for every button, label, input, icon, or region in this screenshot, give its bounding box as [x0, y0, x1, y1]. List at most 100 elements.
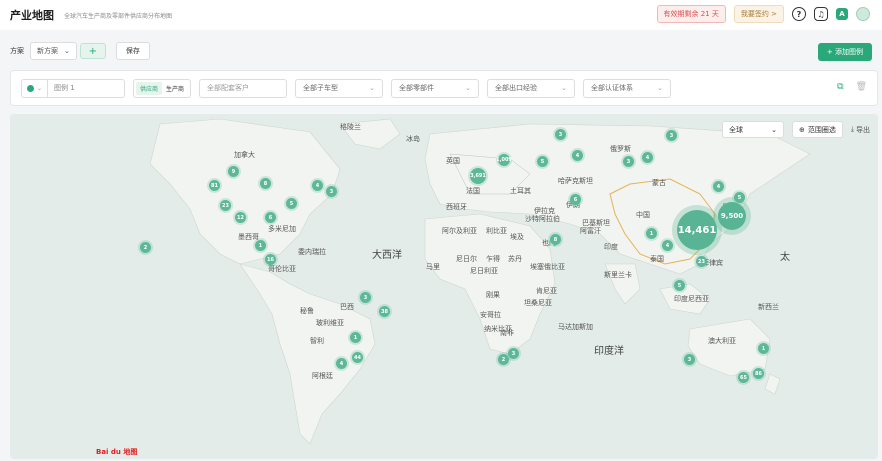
validity-badge: 有效期剩余 21 天: [656, 5, 726, 23]
cluster-marker[interactable]: 86: [753, 368, 764, 379]
cluster-marker[interactable]: 5: [286, 198, 297, 209]
save-button[interactable]: 保存: [115, 42, 150, 60]
trash-icon[interactable]: 🗑: [856, 82, 867, 92]
cluster-marker[interactable]: 4: [312, 180, 323, 191]
cluster-marker[interactable]: 16: [265, 254, 276, 265]
export-experience-value: 全部出口经验: [495, 84, 538, 92]
chevron-down-icon: ⌄: [657, 84, 664, 92]
place-label: 伊拉克: [534, 207, 555, 215]
export-experience-select[interactable]: 全部出口经验 ⌄: [487, 78, 576, 98]
cluster-marker[interactable]: 3: [623, 156, 634, 167]
place-label: 阿尔及利亚: [442, 227, 477, 235]
scheme-select[interactable]: 新方案 ⌄: [30, 42, 77, 60]
cluster-marker[interactable]: 3: [684, 354, 695, 365]
place-label: 苏丹: [508, 255, 522, 263]
legend-name: 图例 1: [54, 84, 75, 92]
cluster-marker[interactable]: 1: [255, 240, 266, 251]
language-icon[interactable]: A: [836, 8, 848, 20]
cluster-marker[interactable]: 1: [758, 343, 769, 354]
cluster-marker[interactable]: 4: [713, 181, 724, 192]
place-label: 安哥拉: [480, 311, 501, 319]
avatar[interactable]: [856, 7, 870, 21]
range-select-label: 范围圈选: [807, 125, 836, 134]
place-label: 纳米比亚: [484, 325, 512, 333]
cluster-marker[interactable]: 23: [696, 256, 707, 267]
cluster-marker[interactable]: 2: [140, 242, 151, 253]
place-label: 委内瑞拉: [298, 248, 326, 256]
cluster-marker[interactable]: 1,009: [496, 154, 512, 166]
vehicle-type-select[interactable]: 全部子车型 ⌄: [295, 78, 384, 98]
cluster-marker[interactable]: 3,691: [470, 168, 486, 184]
cluster-marker[interactable]: 65: [738, 372, 749, 383]
cluster-marker[interactable]: 1: [646, 228, 657, 239]
chevron-down-icon: ⌄: [465, 84, 472, 92]
cluster-marker[interactable]: 4: [662, 240, 673, 251]
app-header: 产业地图 全球汽车生产商及零部件供应商分布地图 有效期剩余 21 天 我要签约 …: [0, 0, 882, 30]
cluster-marker[interactable]: 8: [550, 234, 561, 245]
cluster-marker[interactable]: 9,500: [718, 202, 746, 230]
cluster-marker[interactable]: 14,461: [677, 210, 717, 250]
place-label: 尼日尔: [456, 255, 477, 263]
place-label: 阿富汗: [580, 227, 601, 235]
cluster-marker[interactable]: 5: [734, 192, 745, 203]
place-label: 坦桑尼亚: [524, 299, 552, 307]
cluster-marker[interactable]: 12: [235, 212, 246, 223]
chevron-down-icon: ⌄: [771, 125, 778, 134]
cluster-marker[interactable]: 44: [352, 352, 363, 363]
cluster-marker[interactable]: 81: [209, 180, 220, 191]
place-label: 利比亚: [486, 227, 507, 235]
place-label: 印度: [604, 243, 618, 251]
legend-input[interactable]: ⌄ 图例 1: [21, 78, 125, 98]
cluster-marker[interactable]: 38: [379, 306, 390, 317]
place-label: 斯里兰卡: [604, 271, 632, 279]
legend-color-picker[interactable]: ⌄: [22, 79, 48, 97]
question-icon[interactable]: ?: [792, 7, 806, 21]
place-label: 哈萨克斯坦: [558, 177, 593, 185]
range-select-button[interactable]: ⊕ 范围圈选: [792, 121, 843, 138]
cluster-marker[interactable]: 3: [666, 130, 677, 141]
segment-supplier[interactable]: 供应商: [136, 81, 163, 95]
cluster-marker[interactable]: 8: [260, 178, 271, 189]
cluster-marker[interactable]: 3: [508, 348, 519, 359]
scope-select[interactable]: 全球 ⌄: [722, 121, 785, 138]
place-label: 法国: [466, 187, 480, 195]
scheme-label: 方案: [10, 47, 24, 55]
segment-manufacturer[interactable]: 生产商: [162, 82, 188, 95]
place-label: 玻利维亚: [316, 319, 344, 327]
cluster-marker[interactable]: 1: [350, 332, 361, 343]
cluster-marker[interactable]: 23: [220, 200, 231, 211]
cluster-marker[interactable]: 3: [555, 129, 566, 140]
cluster-marker[interactable]: 9: [228, 166, 239, 177]
cluster-marker[interactable]: 4: [642, 152, 653, 163]
cluster-marker[interactable]: 4: [572, 150, 583, 161]
certification-select[interactable]: 全部认证体系 ⌄: [583, 78, 672, 98]
chevron-down-icon: ⌄: [64, 47, 70, 55]
add-scheme-button[interactable]: +: [79, 43, 106, 59]
place-label: 加拿大: [234, 151, 255, 159]
parts-select[interactable]: 全部零部件 ⌄: [391, 78, 480, 98]
cluster-marker[interactable]: 5: [674, 280, 685, 291]
export-button[interactable]: ⤓ 导出: [851, 125, 870, 135]
cluster-marker[interactable]: 2: [498, 354, 509, 365]
headset-icon[interactable]: ♫: [814, 7, 828, 21]
cluster-marker[interactable]: 4: [336, 358, 347, 369]
ocean-label: 太: [780, 252, 790, 263]
cluster-marker[interactable]: 5: [537, 156, 548, 167]
ocean-label: 大西洋: [372, 250, 402, 261]
cluster-marker[interactable]: 3: [360, 292, 371, 303]
export-label: 导出: [856, 125, 870, 134]
cluster-marker[interactable]: 3: [326, 186, 337, 197]
renew-button[interactable]: 我要签约 >: [733, 5, 784, 23]
cluster-marker[interactable]: 6: [570, 194, 581, 205]
scheme-toolbar: 方案 新方案 ⌄ + 保存: [0, 40, 882, 62]
add-legend-button[interactable]: + 添加图例: [817, 43, 872, 61]
world-map[interactable]: 全球 ⌄ ⊕ 范围圈选 ⤓ 导出 大西洋 印度洋 太 加拿大 墨西哥 委内瑞拉 哥伦比…: [10, 114, 878, 459]
copy-icon[interactable]: ⧉: [837, 82, 843, 92]
type-segment: 供应商 生产商: [133, 78, 192, 98]
color-dot-icon: [26, 84, 34, 92]
cluster-marker[interactable]: 6: [265, 212, 276, 223]
ocean-label: 印度洋: [594, 346, 624, 357]
customer-input[interactable]: 全部配套客户: [199, 78, 288, 98]
place-label: 肯尼亚: [536, 287, 557, 295]
scope-value: 全球: [729, 125, 744, 134]
